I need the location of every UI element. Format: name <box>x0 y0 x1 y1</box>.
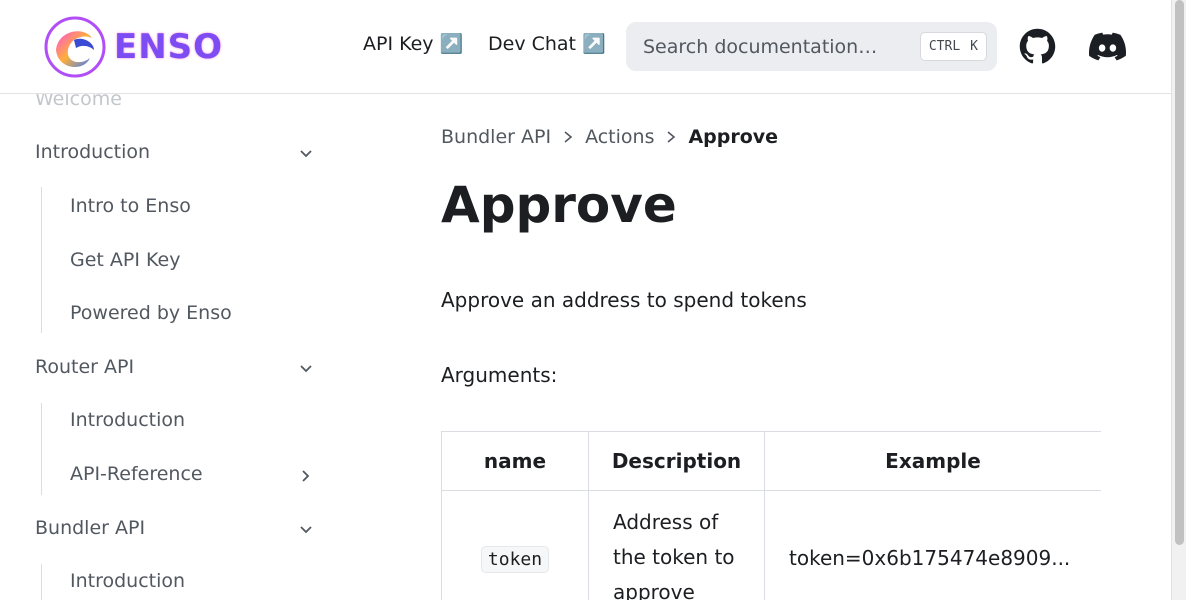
search-placeholder: Search documentation… <box>643 35 878 58</box>
sidebar-tree-line <box>41 187 42 333</box>
chevron-down-icon[interactable] <box>296 359 316 379</box>
table-container: name Description Example token Address o… <box>441 94 1101 600</box>
cell-name: token <box>441 490 589 600</box>
dev-chat-link-label: Dev Chat ↗️ <box>488 33 606 55</box>
api-key-link[interactable]: API Key ↗️ <box>363 32 463 55</box>
top-navbar: ENSO API Key ↗️ Dev Chat ↗️ Search docum… <box>0 0 1171 94</box>
search-input[interactable]: Search documentation… CTRL K <box>626 22 997 71</box>
arguments-table: name Description Example token Address o… <box>441 431 1101 600</box>
enso-logo-mark <box>44 16 106 78</box>
sidebar-tree-line <box>41 564 42 600</box>
search-shortcut: CTRL K <box>919 32 987 61</box>
cell-description: Address of the token to approve <box>588 490 765 600</box>
shortcut-k: K <box>970 39 978 54</box>
chevron-down-icon[interactable] <box>296 144 316 164</box>
enso-logo[interactable]: ENSO <box>44 14 223 80</box>
api-key-link-label: API Key ↗️ <box>363 33 464 55</box>
code-token: token <box>480 545 550 573</box>
logo-wordmark: ENSO <box>114 27 224 67</box>
dev-chat-link[interactable]: Dev Chat ↗️ <box>488 32 606 55</box>
column-header-example: Example <box>764 431 1101 491</box>
sidebar-item-api-reference[interactable]: API-Reference <box>70 463 203 485</box>
page-scrollbar[interactable] <box>1171 0 1186 600</box>
chevron-down-icon[interactable] <box>296 520 316 540</box>
chevron-right-icon[interactable] <box>296 466 316 486</box>
sidebar-category-bundler-api[interactable]: Bundler API <box>35 517 145 539</box>
sidebar-category-router-api[interactable]: Router API <box>35 356 134 378</box>
table-header-row: name Description Example <box>441 431 1101 491</box>
cell-example: token=0x6b175474e8909... <box>764 490 1101 600</box>
sidebar-category-introduction[interactable]: Introduction <box>35 141 150 163</box>
sidebar-tree-line <box>41 403 42 495</box>
sidebar: Welcome Introduction Intro to Enso Get A… <box>0 94 340 600</box>
shortcut-ctrl: CTRL <box>928 39 961 54</box>
sidebar-item-powered-by-enso[interactable]: Powered by Enso <box>70 302 232 324</box>
table-row: token Address of the token to approve to… <box>441 490 1101 600</box>
sidebar-item-welcome[interactable]: Welcome <box>35 94 122 110</box>
discord-icon[interactable] <box>1089 28 1126 65</box>
column-header-name: name <box>441 431 589 491</box>
sidebar-item-bundler-introduction[interactable]: Introduction <box>70 570 185 592</box>
sidebar-item-intro-to-enso[interactable]: Intro to Enso <box>70 195 191 217</box>
main-content: Bundler API Actions Approve Approve Appr… <box>441 94 1141 600</box>
github-icon[interactable] <box>1019 28 1056 65</box>
column-header-description: Description <box>588 431 765 491</box>
scrollbar-thumb[interactable] <box>1175 0 1184 545</box>
sidebar-item-get-api-key[interactable]: Get API Key <box>70 249 180 271</box>
sidebar-item-router-introduction[interactable]: Introduction <box>70 409 185 431</box>
